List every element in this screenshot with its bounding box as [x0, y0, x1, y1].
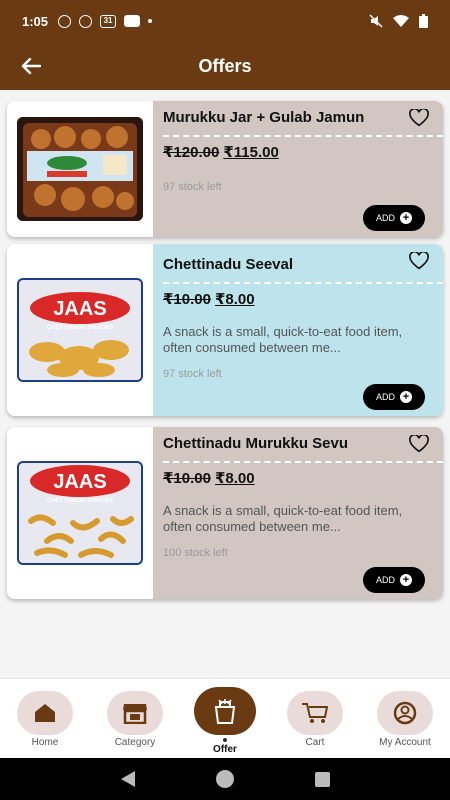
product-name: Chettinadu Murukku Sevu	[163, 435, 349, 452]
status-time: 1:05	[22, 13, 49, 29]
page-title: Offers	[198, 55, 252, 76]
sync-icon	[79, 14, 93, 28]
seeval-pack-image: JAAS CHETTINADU SNACKS	[17, 278, 143, 382]
back-button[interactable]	[16, 52, 46, 80]
plus-icon: +	[400, 391, 412, 403]
nav-label: Category	[114, 737, 156, 748]
app-bar: Offers	[0, 42, 450, 90]
add-label: ADD	[375, 213, 395, 223]
divider	[163, 461, 443, 463]
nav-bubble	[377, 691, 433, 735]
stock-count: 97 stock left	[163, 181, 222, 193]
more-dot-icon	[148, 19, 153, 23]
nav-label: My Account	[379, 737, 431, 748]
murukku-sevu-pack-image: JAAS CHETTINADU SNACKS	[17, 461, 143, 565]
product-card[interactable]: Murukku Jar + Gulab Jamun ₹120.00 ₹115.00…	[7, 101, 443, 237]
offers-list: Murukku Jar + Gulab Jamun ₹120.00 ₹115.00…	[0, 90, 450, 678]
active-indicator	[223, 738, 227, 742]
divider	[163, 282, 443, 284]
tagline-text: CHETTINADU SNACKS	[47, 325, 113, 331]
cart-icon	[302, 703, 329, 723]
stock-count: 97 stock left	[163, 368, 222, 380]
product-image-area: JAAS CHETTINADU SNACKS	[7, 244, 153, 416]
plus-icon: +	[400, 574, 412, 586]
offer-price: ₹8.00	[214, 470, 255, 487]
nav-bubble	[194, 687, 256, 735]
original-price: ₹120.00	[163, 144, 220, 161]
nav-bubble	[107, 691, 163, 735]
nav-bubble	[287, 691, 343, 735]
system-home-icon[interactable]	[215, 770, 234, 788]
wifi-icon	[393, 15, 409, 27]
mute-icon	[369, 14, 383, 28]
product-info: Murukku Jar + Gulab Jamun ₹120.00 ₹115.00…	[153, 101, 443, 237]
price-row: ₹120.00 ₹115.00	[163, 143, 431, 161]
brand-text: JAAS	[53, 298, 106, 320]
system-status	[369, 14, 428, 28]
add-label: ADD	[375, 392, 395, 402]
store-icon	[123, 704, 147, 724]
nav-bubble	[17, 691, 73, 735]
nav-label: Offer	[213, 744, 237, 755]
nav-my-account[interactable]: My Account	[370, 691, 440, 748]
nav-home[interactable]: Home	[10, 691, 80, 748]
product-image-area	[7, 101, 153, 237]
price-row: ₹10.00 ₹8.00	[163, 290, 431, 308]
arrow-left-icon	[21, 58, 41, 74]
stock-count: 100 stock left	[163, 547, 228, 559]
system-nav-bar	[0, 758, 450, 800]
notification-icons: 31	[58, 14, 153, 28]
heart-icon[interactable]	[409, 435, 429, 453]
product-image-area: JAAS CHETTINADU SNACKS	[7, 427, 153, 599]
original-price: ₹10.00	[163, 470, 211, 487]
divider	[163, 135, 443, 137]
home-icon	[35, 704, 55, 722]
product-description: A snack is a small, quick-to-eat food it…	[163, 324, 403, 355]
offer-price: ₹115.00	[223, 144, 279, 161]
bottom-nav: Home Category Offer Cart My Account	[0, 678, 450, 758]
product-name: Chettinadu Seeval	[163, 256, 294, 273]
product-image: JAAS CHETTINADU SNACKS	[17, 278, 143, 382]
product-image	[17, 117, 143, 221]
status-bar: 1:05 31	[0, 0, 450, 42]
offer-price: ₹8.00	[214, 291, 255, 308]
tagline-text: CHETTINADU SNACKS	[47, 498, 113, 504]
original-price: ₹10.00	[163, 291, 211, 308]
nav-category[interactable]: Category	[100, 691, 170, 748]
product-card[interactable]: JAAS CHETTINADU SNACKS Chettinadu Seeval…	[7, 244, 443, 416]
system-back-icon[interactable]	[120, 771, 135, 787]
calendar-icon: 31	[100, 14, 117, 28]
nav-label: Cart	[305, 737, 325, 748]
heart-icon[interactable]	[409, 252, 429, 270]
plus-icon: +	[400, 212, 412, 224]
add-button[interactable]: ADD +	[363, 205, 425, 231]
price-row: ₹10.00 ₹8.00	[163, 469, 431, 487]
youtube-icon	[124, 15, 141, 27]
product-name: Murukku Jar + Gulab Jamun	[163, 109, 365, 126]
nav-cart[interactable]: Cart	[280, 691, 350, 748]
brand-text: JAAS	[53, 471, 106, 493]
add-label: ADD	[375, 575, 395, 585]
account-icon	[393, 701, 417, 725]
notification-icon	[58, 14, 72, 28]
system-recents-icon[interactable]	[314, 771, 330, 787]
product-card[interactable]: JAAS CHETTINADU SNACKS Chettinadu Murukk…	[7, 427, 443, 599]
murukku-jar-image	[17, 117, 143, 221]
product-description: A snack is a small, quick-to-eat food it…	[163, 503, 403, 534]
add-button[interactable]: ADD +	[363, 567, 425, 593]
product-info: Chettinadu Seeval ₹10.00 ₹8.00 A snack is…	[153, 244, 443, 416]
nav-offer[interactable]: Offer	[190, 687, 260, 755]
nav-label: Home	[31, 737, 59, 748]
product-image: JAAS CHETTINADU SNACKS	[17, 461, 143, 565]
product-info: Chettinadu Murukku Sevu ₹10.00 ₹8.00 A sn…	[153, 427, 443, 599]
heart-icon[interactable]	[409, 109, 429, 127]
add-button[interactable]: ADD +	[363, 384, 425, 410]
offer-bag-icon	[214, 699, 236, 724]
battery-icon	[419, 14, 428, 28]
